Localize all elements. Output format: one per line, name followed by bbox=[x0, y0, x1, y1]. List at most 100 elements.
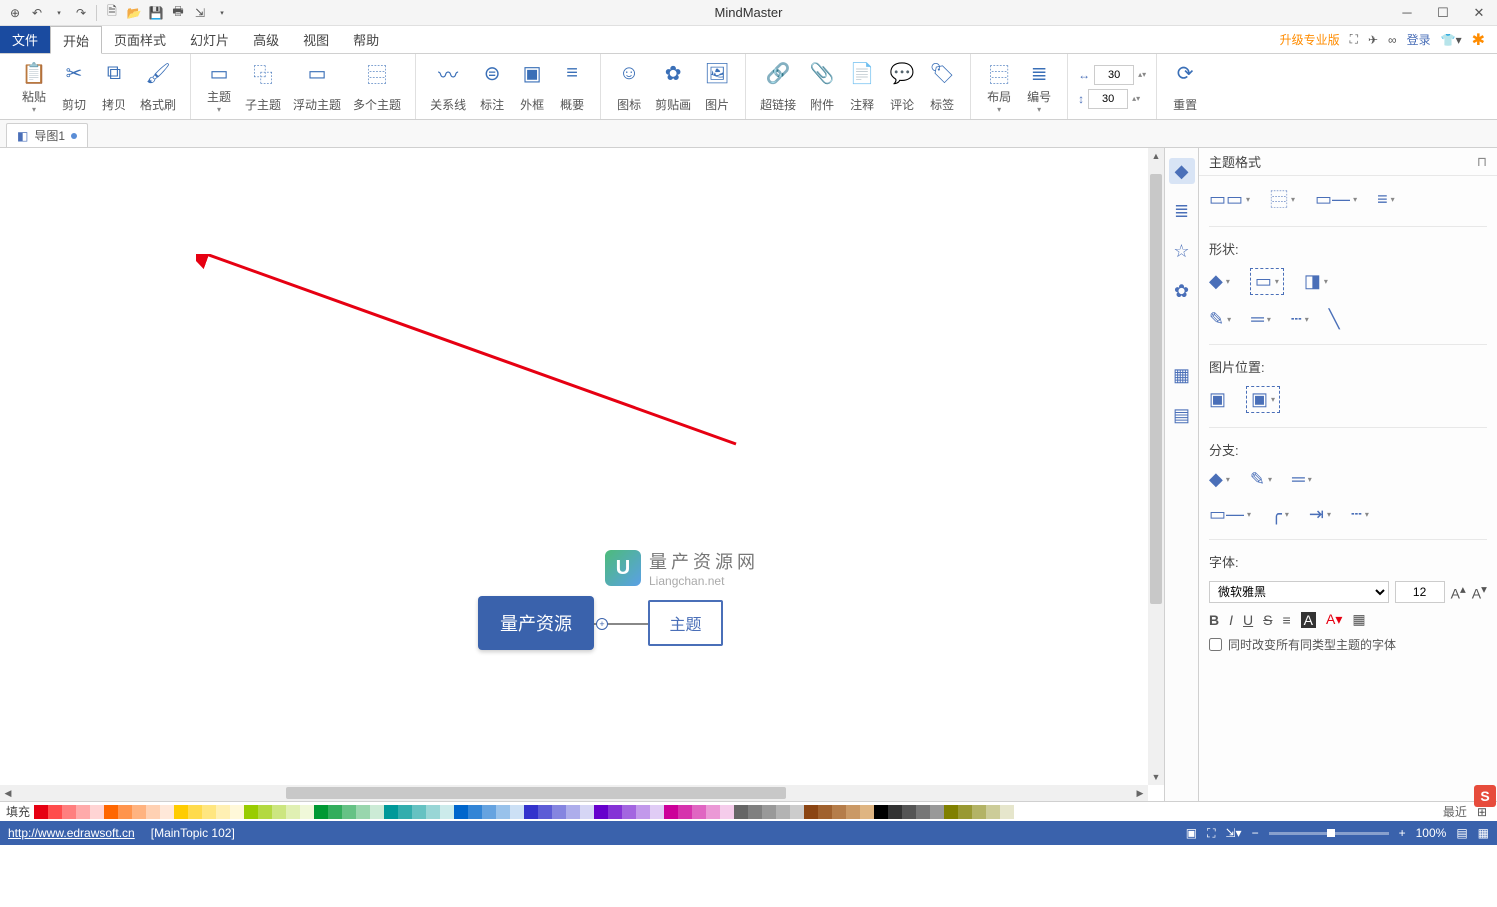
zoom-value[interactable]: 100% bbox=[1416, 826, 1447, 840]
color-swatch[interactable] bbox=[846, 805, 860, 819]
branch-tree-icon[interactable]: ▭—▾ bbox=[1209, 504, 1251, 525]
subtopic-button[interactable]: ⿻子主题 bbox=[239, 58, 287, 115]
brand-icon[interactable]: ✱ bbox=[1472, 30, 1485, 50]
width-spin[interactable]: ↔▴▾ bbox=[1078, 65, 1146, 85]
minimize-button[interactable]: ─ bbox=[1389, 0, 1425, 26]
reset-button[interactable]: ⟳重置 bbox=[1165, 58, 1205, 115]
crop-icon[interactable]: ⛶ bbox=[1350, 32, 1358, 47]
share-icon[interactable]: ∞ bbox=[1388, 33, 1397, 47]
new-icon[interactable]: 🗎 bbox=[103, 4, 121, 22]
font-color-button[interactable]: A▾ bbox=[1326, 611, 1342, 628]
height-spin[interactable]: ↕▴▾ bbox=[1078, 89, 1146, 109]
color-swatch[interactable] bbox=[1000, 805, 1014, 819]
cut-button[interactable]: ✂剪切 bbox=[54, 58, 94, 115]
scroll-up-icon[interactable]: ▲ bbox=[1148, 148, 1164, 164]
open-icon[interactable]: 📂 bbox=[125, 4, 143, 22]
attachment-button[interactable]: 📎附件 bbox=[802, 58, 842, 115]
branch-dash-icon[interactable]: ┄▾ bbox=[1351, 504, 1369, 525]
summary-button[interactable]: ≡概要 bbox=[552, 58, 592, 115]
color-swatch[interactable] bbox=[706, 805, 720, 819]
relation-button[interactable]: 〰关系线 bbox=[424, 58, 472, 115]
layout-style-icon[interactable]: ▭▭▾ bbox=[1209, 186, 1250, 212]
view-mode1-icon[interactable]: ▣ bbox=[1186, 826, 1197, 840]
child-topic-node[interactable]: 主题 bbox=[648, 600, 723, 646]
color-swatch[interactable] bbox=[986, 805, 1000, 819]
color-swatch[interactable] bbox=[34, 805, 48, 819]
zoom-out-button[interactable]: − bbox=[1252, 826, 1259, 840]
color-swatch[interactable] bbox=[804, 805, 818, 819]
color-swatch[interactable] bbox=[524, 805, 538, 819]
maximize-button[interactable]: ☐ bbox=[1425, 0, 1461, 26]
boundary-button[interactable]: ▣外框 bbox=[512, 58, 552, 115]
color-swatch[interactable] bbox=[902, 805, 916, 819]
root-topic-node[interactable]: 量产资源 bbox=[478, 596, 594, 650]
img-right-icon[interactable]: ▣▾ bbox=[1246, 386, 1280, 413]
color-swatch[interactable] bbox=[202, 805, 216, 819]
color-swatch[interactable] bbox=[594, 805, 608, 819]
clear-format-button[interactable]: ▦ bbox=[1352, 611, 1365, 628]
branch-style-icon[interactable]: ▭—▾ bbox=[1315, 186, 1357, 212]
color-swatch[interactable] bbox=[818, 805, 832, 819]
fit-icon[interactable]: ⇲▾ bbox=[1226, 826, 1242, 840]
strike-button[interactable]: S bbox=[1263, 612, 1272, 628]
app-icon[interactable]: ⊕ bbox=[6, 4, 24, 22]
image-button[interactable]: 🖼图片 bbox=[697, 58, 737, 115]
color-swatch[interactable] bbox=[622, 805, 636, 819]
color-swatch[interactable] bbox=[146, 805, 160, 819]
send-icon[interactable]: ✈ bbox=[1368, 33, 1378, 47]
menu-page-style[interactable]: 页面样式 bbox=[102, 26, 178, 53]
color-swatch[interactable] bbox=[762, 805, 776, 819]
color-swatch[interactable] bbox=[160, 805, 174, 819]
color-swatch[interactable] bbox=[230, 805, 244, 819]
hscroll-thumb[interactable] bbox=[286, 787, 786, 799]
shadow-icon[interactable]: ◨▾ bbox=[1304, 268, 1328, 295]
float-topic-button[interactable]: ▭浮动主题 bbox=[287, 58, 347, 115]
hyperlink-button[interactable]: 🔗超链接 bbox=[754, 58, 802, 115]
color-swatch[interactable] bbox=[888, 805, 902, 819]
tree-style-icon[interactable]: ⿳▾ bbox=[1270, 186, 1295, 212]
format-painter-button[interactable]: 🖌格式刷 bbox=[134, 58, 182, 115]
add-topic-handle[interactable]: + bbox=[596, 618, 608, 630]
scroll-right-icon[interactable]: ▶ bbox=[1132, 785, 1148, 801]
color-swatch[interactable] bbox=[426, 805, 440, 819]
color-swatch[interactable] bbox=[412, 805, 426, 819]
align-button[interactable]: ≡ bbox=[1282, 612, 1290, 628]
redo-button[interactable]: ↷ bbox=[72, 4, 90, 22]
color-swatch[interactable] bbox=[342, 805, 356, 819]
branch-end-icon[interactable]: ⇥▾ bbox=[1309, 504, 1331, 525]
close-button[interactable]: ✕ bbox=[1461, 0, 1497, 26]
panel-pin-icon[interactable]: ⊓ bbox=[1477, 154, 1487, 170]
color-swatch[interactable] bbox=[566, 805, 580, 819]
color-swatch[interactable] bbox=[972, 805, 986, 819]
multi-topic-button[interactable]: ⿳多个主题 bbox=[347, 58, 407, 115]
branch-curve-icon[interactable]: ╭▾ bbox=[1271, 504, 1289, 525]
grid-icon[interactable]: ▦ bbox=[1478, 826, 1489, 840]
img-left-icon[interactable]: ▣ bbox=[1209, 386, 1226, 413]
color-swatch[interactable] bbox=[440, 805, 454, 819]
color-swatch[interactable] bbox=[216, 805, 230, 819]
color-swatch[interactable] bbox=[384, 805, 398, 819]
branch-weight-icon[interactable]: ═▾ bbox=[1292, 469, 1312, 490]
color-swatch[interactable] bbox=[258, 805, 272, 819]
fill-color-icon[interactable]: ◆▾ bbox=[1209, 268, 1230, 295]
fullscreen-icon[interactable]: ⛶ bbox=[1207, 826, 1215, 841]
scroll-left-icon[interactable]: ◀ bbox=[0, 785, 16, 801]
font-size-input[interactable] bbox=[1395, 581, 1445, 603]
undo-button[interactable]: ↶ bbox=[28, 4, 46, 22]
scroll-down-icon[interactable]: ▼ bbox=[1148, 769, 1164, 785]
font-grow-icon[interactable]: A▴ bbox=[1451, 582, 1466, 602]
color-swatch[interactable] bbox=[944, 805, 958, 819]
list-style-icon[interactable]: ≡▾ bbox=[1377, 186, 1395, 212]
qat-more[interactable]: ▾ bbox=[213, 4, 231, 22]
export-icon[interactable]: ⇲ bbox=[191, 4, 209, 22]
apply-all-checkbox[interactable]: 同时改变所有同类型主题的字体 bbox=[1209, 636, 1487, 653]
menu-view[interactable]: 视图 bbox=[291, 26, 341, 53]
color-swatch[interactable] bbox=[538, 805, 552, 819]
vertical-scrollbar[interactable]: ▲ ▼ bbox=[1148, 148, 1164, 785]
color-swatch[interactable] bbox=[720, 805, 734, 819]
font-family-select[interactable]: 微软雅黑 bbox=[1209, 581, 1389, 603]
color-swatch[interactable] bbox=[832, 805, 846, 819]
color-swatch[interactable] bbox=[692, 805, 706, 819]
comment-button[interactable]: 💬评论 bbox=[882, 58, 922, 115]
color-swatch[interactable] bbox=[370, 805, 384, 819]
